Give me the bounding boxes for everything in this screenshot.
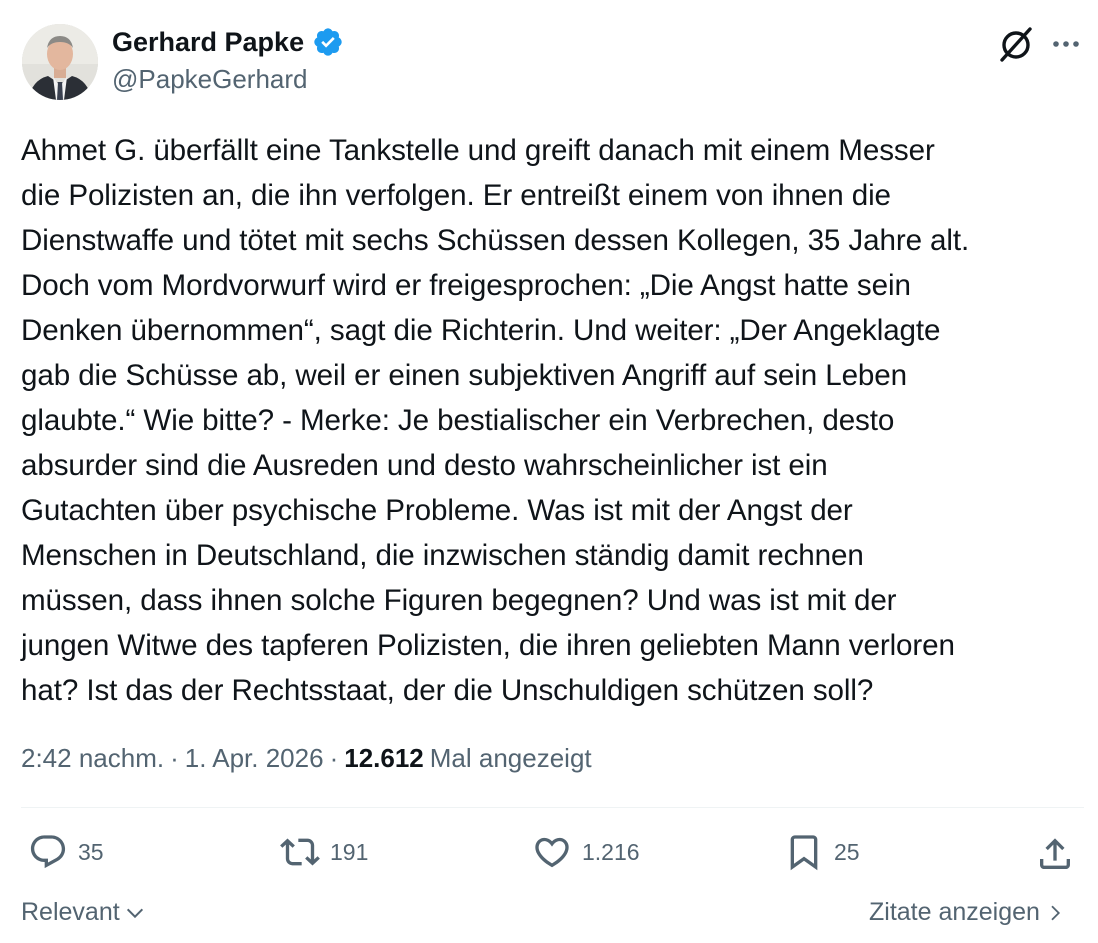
sort-label: Relevant (21, 898, 120, 926)
divider (21, 807, 1084, 808)
sort-dropdown[interactable]: Relevant (21, 898, 146, 927)
bookmark-button[interactable]: 25 (784, 832, 860, 872)
like-count: 1.216 (582, 838, 640, 865)
verified-badge-icon[interactable] (312, 26, 344, 58)
chevron-down-icon (126, 908, 143, 918)
like-icon (535, 837, 569, 868)
view-label: Mal angezeigt (429, 743, 592, 773)
grok-icon[interactable] (996, 24, 1036, 64)
bookmark-count: 25 (834, 838, 860, 865)
reply-count: 35 (78, 838, 104, 865)
share-icon (1040, 838, 1070, 869)
view-count: 12.612 (344, 743, 424, 773)
tweet-text: Ahmet G. überfällt eine Tankstelle und g… (21, 134, 970, 707)
meta-separator: · (329, 743, 339, 773)
retweet-icon (280, 838, 320, 866)
meta-separator: · (170, 743, 179, 773)
chevron-right-icon (1051, 905, 1060, 920)
bookmark-icon (790, 835, 818, 871)
display-name[interactable]: Gerhard Papke (112, 27, 304, 58)
retweet-count: 191 (330, 838, 369, 865)
handle[interactable]: @PapkeGerhard (112, 64, 308, 95)
share-button[interactable] (1035, 834, 1075, 874)
avatar[interactable] (22, 24, 98, 100)
view-quotes-link[interactable]: Zitate anzeigen (869, 898, 1064, 927)
tweet-time[interactable]: 2:42 nachm. (21, 743, 164, 774)
tweet-date[interactable]: 1. Apr. 2026 (185, 743, 324, 774)
reply-icon (30, 835, 66, 869)
reply-button[interactable]: 35 (28, 832, 104, 872)
like-button[interactable]: 1.216 (532, 832, 640, 872)
retweet-button[interactable]: 191 (280, 832, 368, 872)
tweet-meta: 2:42 nachm. · 1. Apr. 2026 · 12.612 Mal … (21, 743, 592, 774)
quotes-label: Zitate anzeigen (869, 898, 1040, 926)
more-icon[interactable] (1050, 30, 1082, 58)
